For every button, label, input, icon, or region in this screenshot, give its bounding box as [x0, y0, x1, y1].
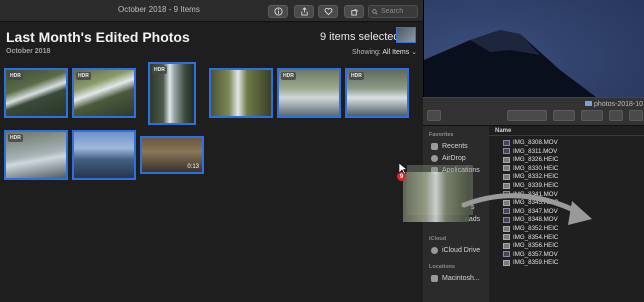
finder-window-title: photos-2018-10	[585, 101, 643, 108]
photo-thumbnail[interactable]	[72, 130, 136, 180]
disk-icon	[431, 275, 438, 282]
file-name: IMG_8357.MOV	[513, 250, 558, 258]
image-file-icon	[503, 259, 510, 266]
drag-direction-arrow	[461, 193, 592, 225]
share-icon	[300, 7, 308, 16]
album-date: October 2018	[6, 48, 51, 55]
hdr-badge: HDR	[76, 72, 91, 80]
photo-thumbnail[interactable]: HDR	[148, 62, 196, 125]
movie-file-icon	[503, 148, 510, 155]
rotate-button[interactable]	[344, 5, 364, 18]
video-thumbnail[interactable]: 0:13	[140, 136, 204, 174]
favorite-button[interactable]	[318, 5, 338, 18]
sidebar-item-recents[interactable]: Recents	[431, 143, 468, 150]
file-name: IMG_8359.HEIC	[513, 259, 559, 267]
favorites-heading: Favorites	[429, 132, 454, 138]
photos-titlebar: October 2018 - 9 Items Search	[0, 0, 423, 22]
photo-thumbnail[interactable]: HDR	[72, 68, 136, 118]
image-file-icon	[503, 156, 510, 163]
showing-label: Showing:	[352, 49, 381, 56]
chevron-down-icon: ⌄	[411, 49, 418, 56]
file-name: IMG_8308.MOV	[513, 139, 558, 146]
finder-titlebar: photos-2018-10	[423, 98, 644, 126]
image-file-icon	[503, 173, 510, 180]
photos-header: Last Month's Edited Photos October 2018 …	[0, 22, 423, 62]
hdr-badge: HDR	[349, 72, 364, 80]
photo-thumbnail[interactable]: HDR	[277, 68, 341, 118]
photo-thumbnail[interactable]: HDR	[4, 130, 68, 180]
file-name: IMG_8332.HEIC	[513, 173, 559, 181]
view-mode-control[interactable]	[507, 110, 547, 121]
share-button[interactable]	[609, 110, 623, 121]
video-duration: 0:13	[187, 164, 199, 170]
photo-thumbnail[interactable]: HDR	[345, 68, 409, 118]
search-field[interactable]: Search	[368, 5, 418, 18]
sidebar-item-macintosh-hd[interactable]: Macintosh...	[431, 275, 480, 282]
icloud-heading: iCloud	[429, 236, 447, 242]
photo-thumbnail[interactable]: HDR	[4, 68, 68, 118]
cloud-icon	[431, 247, 438, 254]
airdrop-icon	[431, 155, 438, 162]
photo-thumbnail[interactable]	[209, 68, 273, 118]
movie-file-icon	[503, 251, 510, 258]
back-button[interactable]	[427, 110, 441, 121]
cursor-arrow-icon	[399, 163, 407, 175]
arrange-button[interactable]	[553, 110, 575, 121]
clock-icon	[431, 143, 438, 150]
locations-heading: Locations	[429, 264, 455, 270]
file-name: IMG_8330.HEIC	[513, 164, 559, 172]
image-file-icon	[503, 165, 510, 172]
hdr-badge: HDR	[281, 72, 296, 80]
action-button[interactable]	[581, 110, 603, 121]
photos-window: October 2018 - 9 Items Search Last Month…	[0, 0, 424, 302]
hdr-badge: HDR	[8, 134, 23, 142]
rotate-icon	[350, 9, 358, 16]
search-placeholder: Search	[381, 8, 404, 15]
sidebar-item-airdrop[interactable]: AirDrop	[431, 155, 466, 162]
info-button[interactable]	[268, 5, 288, 18]
info-icon	[273, 7, 283, 16]
selection-stack-thumbnail[interactable]	[396, 27, 416, 43]
hdr-badge: HDR	[152, 66, 167, 74]
heart-icon	[324, 8, 332, 16]
showing-filter[interactable]: Showing: All Items ⌄	[352, 48, 417, 56]
search-icon	[372, 8, 378, 15]
folder-icon	[585, 101, 592, 106]
file-row[interactable]: IMG_8359.HEIC	[503, 258, 558, 267]
album-title: Last Month's Edited Photos	[6, 29, 190, 45]
hdr-badge: HDR	[8, 72, 23, 80]
selected-count: 9 items selected	[320, 31, 400, 43]
tag-button[interactable]	[629, 110, 643, 121]
showing-value: All Items	[382, 49, 410, 56]
file-name: IMG_8326.HEIC	[513, 156, 559, 164]
sidebar-item-icloud-drive[interactable]: iCloud Drive	[431, 247, 480, 254]
file-name: IMG_8311.MOV	[513, 147, 558, 155]
name-column-header[interactable]: Name	[489, 126, 644, 136]
share-button[interactable]	[294, 5, 314, 18]
file-name: IMG_8356.HEIC	[513, 242, 559, 250]
image-file-icon	[503, 242, 510, 249]
movie-file-icon	[503, 139, 510, 146]
